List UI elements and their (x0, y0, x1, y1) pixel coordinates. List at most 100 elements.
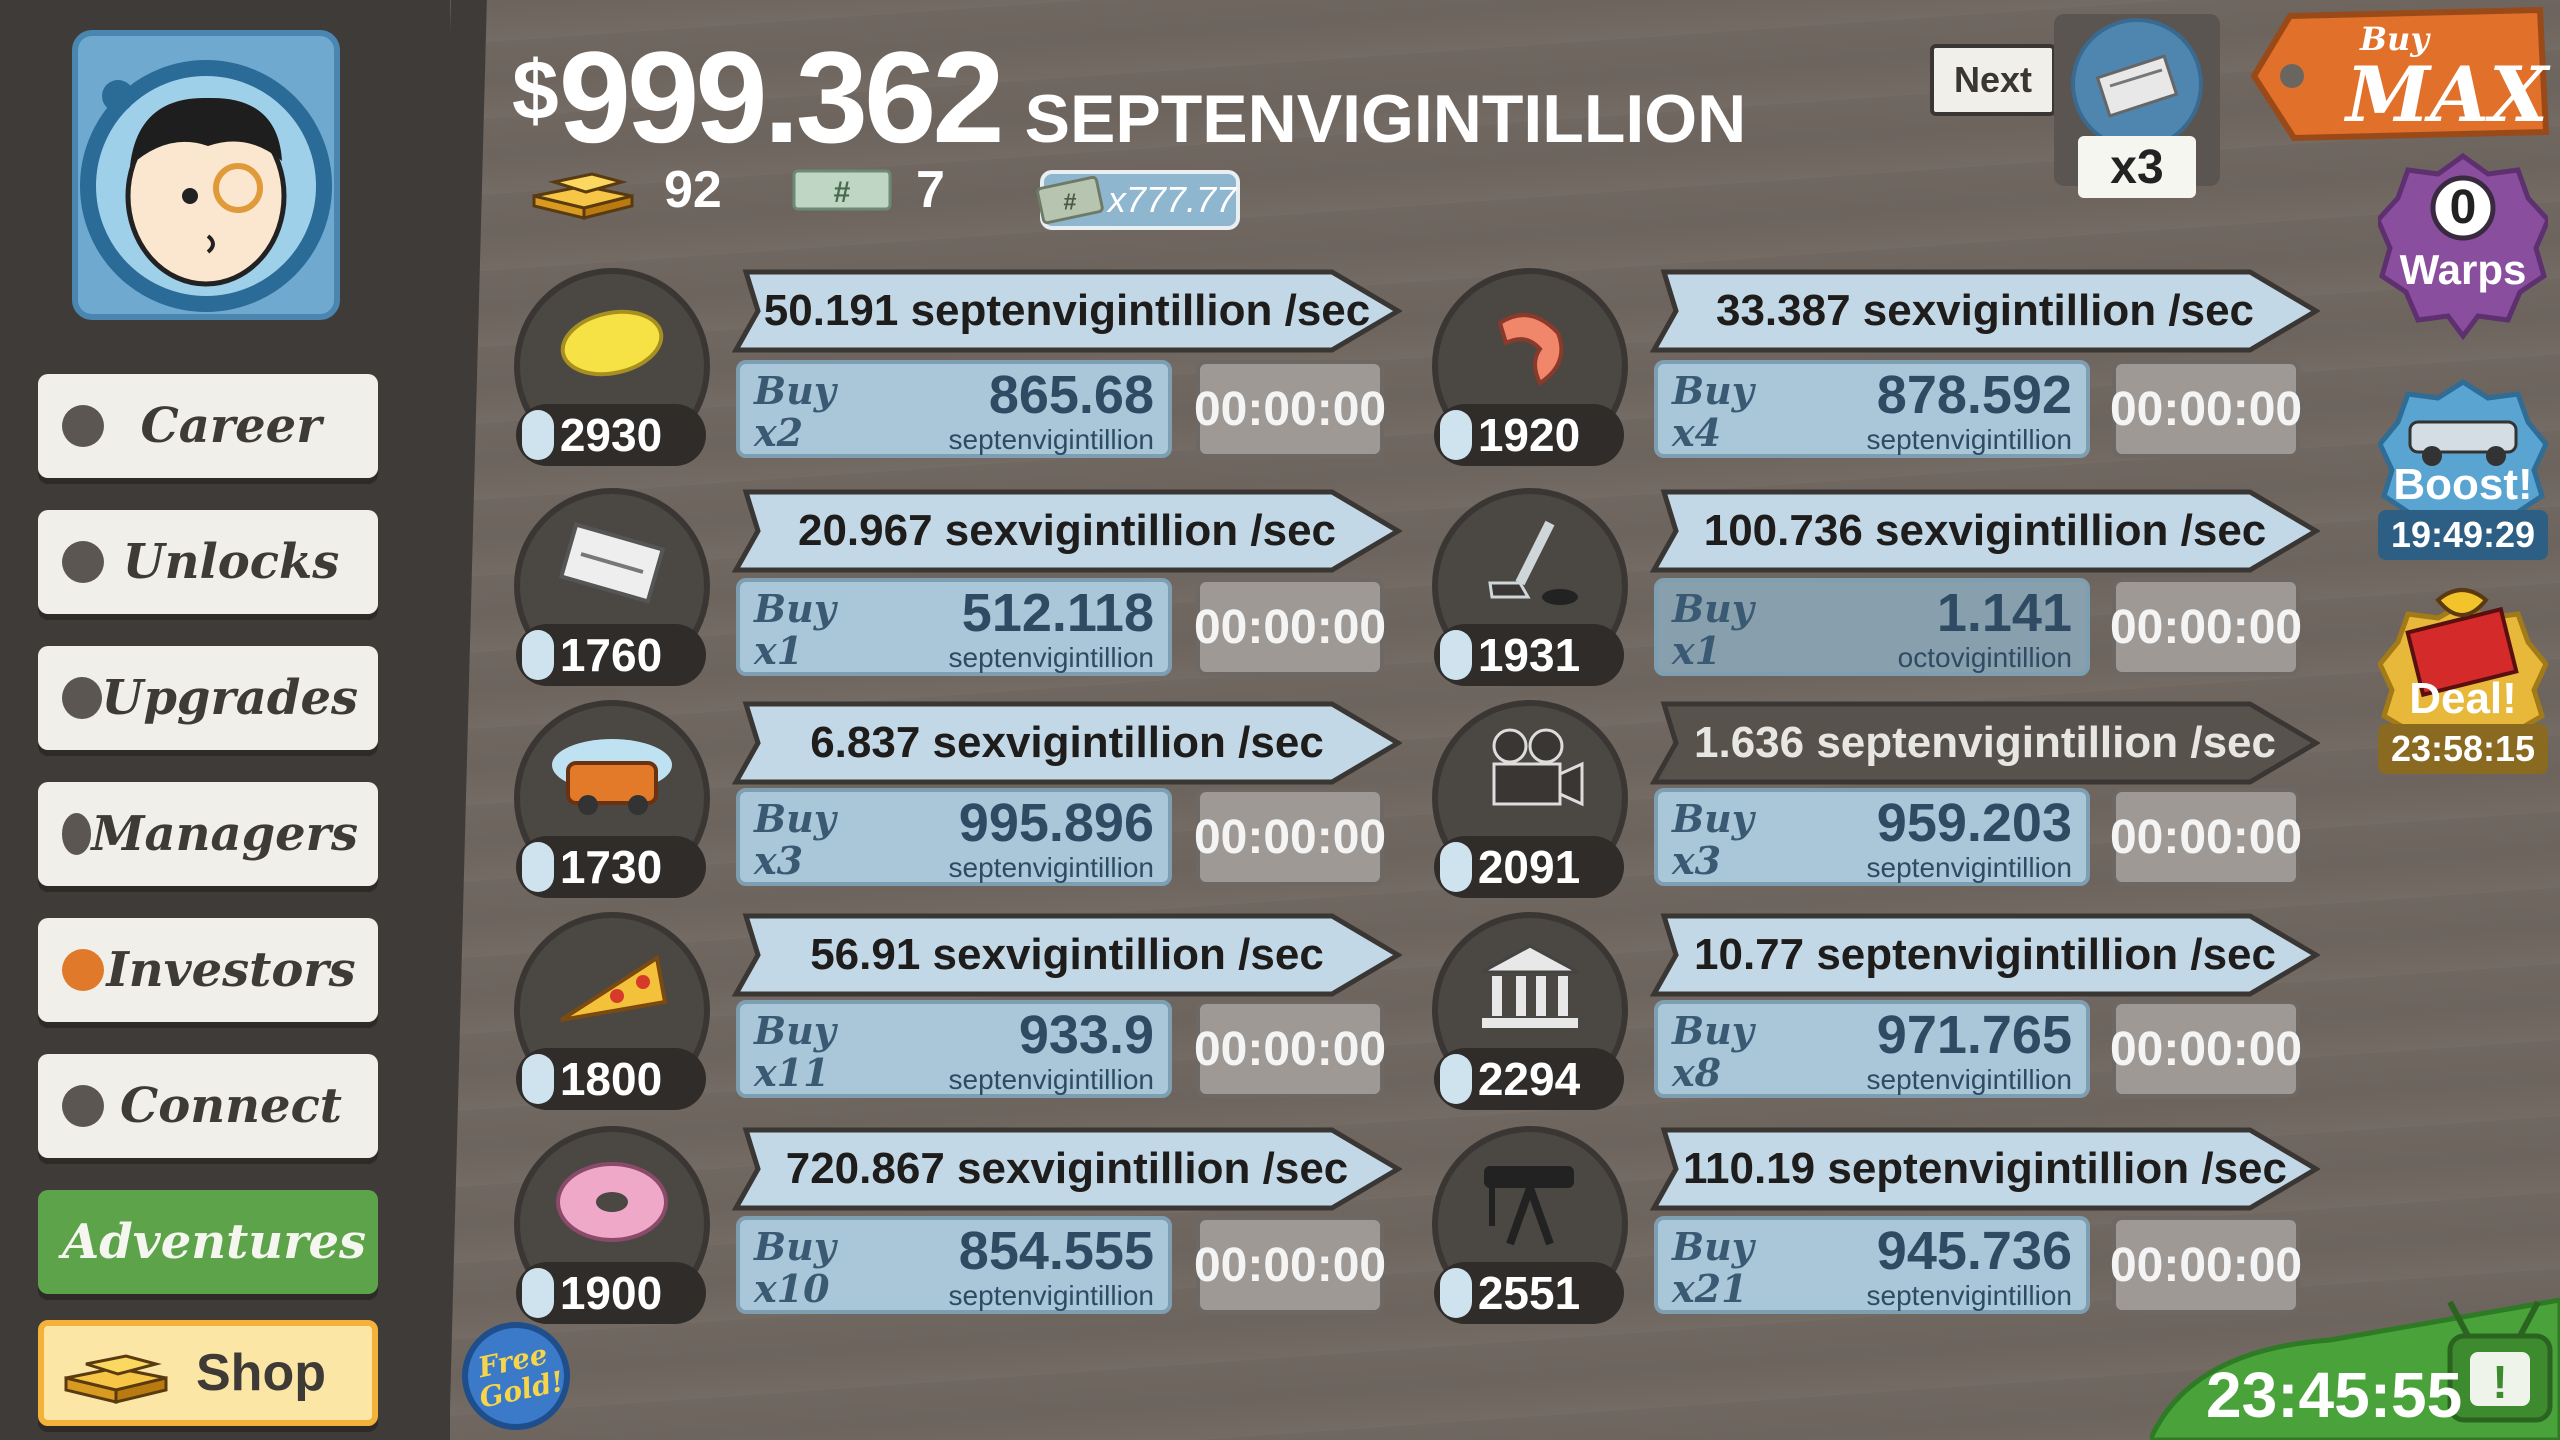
buy-button[interactable]: Buy x1 1.141 octovigintillion (1654, 578, 2090, 676)
currency-symbol: $ (512, 43, 559, 137)
business-owned-count: 2551 (1434, 1262, 1624, 1324)
gold-bars-icon (532, 172, 634, 220)
business-owned-count: 2091 (1434, 836, 1624, 898)
megabucks-icon: # (792, 169, 892, 211)
buy-quantity: x11 (754, 1050, 830, 1095)
hockey-icon (1438, 508, 1622, 618)
buy-label: Buy (1672, 796, 1754, 841)
revenue-rate-bar: 56.91 sexvigintillion /sec (732, 912, 1402, 998)
adventures-button[interactable]: Adventures (38, 1190, 378, 1294)
svg-text:!: ! (2492, 1356, 2507, 1408)
donut-icon (520, 1146, 704, 1256)
buy-button[interactable]: Buy x3 959.203 septenvigintillion (1654, 788, 2090, 886)
oil-rig-icon (1438, 1146, 1622, 1256)
gold-count: 92 (664, 161, 722, 219)
buy-quantity: x2 (754, 410, 804, 455)
business-timer: 00:00:00 (1194, 1216, 1386, 1314)
owned-count-text: 1931 (1477, 629, 1581, 681)
business-owned-count: 1760 (516, 624, 706, 686)
buy-max-button[interactable]: Buy MAX (2250, 6, 2550, 142)
next-label: Next (1953, 59, 2033, 100)
owned-progress (1440, 842, 1472, 892)
business-owned-count: 2930 (516, 404, 706, 466)
car-wash-icon (520, 720, 704, 830)
deal-button[interactable]: Deal! 23:58:15 (2378, 570, 2548, 780)
unlocks-button[interactable]: Unlocks (38, 510, 378, 614)
next-button[interactable]: Next (1930, 44, 2056, 116)
buy-quantity: x4 (1672, 410, 1722, 455)
buy-cost: 933.9 (1018, 1005, 1154, 1065)
owned-progress (522, 1268, 554, 1318)
warps-count: 0 (2449, 181, 2477, 234)
business-timer: 00:00:00 (2110, 1216, 2302, 1314)
managers-button[interactable]: Managers (38, 782, 378, 886)
buy-button[interactable]: Buy x8 971.765 septenvigintillion (1654, 1000, 2090, 1098)
shop-label: Shop (196, 1344, 326, 1402)
astronaut-avatar-icon (80, 60, 332, 312)
player-avatar[interactable] (72, 30, 340, 320)
connect-button[interactable]: Connect (38, 1054, 378, 1158)
revenue-rate-text: 100.736 sexvigintillion /sec (1703, 506, 2267, 555)
buy-cost: 1.141 (1936, 583, 2072, 643)
buy-button[interactable]: Buy x21 945.736 septenvigintillion (1654, 1216, 2090, 1314)
buy-button[interactable]: Buy x10 854.555 septenvigintillion (736, 1216, 1172, 1314)
buy-cost: 959.203 (1876, 793, 2072, 853)
career-button[interactable]: Career (38, 374, 378, 478)
warps-button[interactable]: 0 Warps (2378, 150, 2548, 340)
business-owned-count: 1730 (516, 836, 706, 898)
business-timer: 00:00:00 (2110, 1000, 2302, 1098)
multiplier-value: x3 (2078, 136, 2196, 198)
revenue-rate-bar: 100.736 sexvigintillion /sec (1650, 488, 2320, 574)
buy-cost-unit: octovigintillion (1897, 642, 2072, 673)
buy-cost-unit: septenvigintillion (948, 1064, 1154, 1095)
status-dot (62, 541, 104, 583)
buy-button[interactable]: Buy x4 878.592 septenvigintillion (1654, 360, 2090, 458)
revenue-rate-text: 50.191 septenvigintillion /sec (763, 286, 1371, 335)
revenue-rate-bar: 110.19 septenvigintillion /sec (1650, 1126, 2320, 1212)
free-gold-button[interactable]: Free Gold! (462, 1322, 570, 1430)
gold-stat[interactable]: 92 (528, 160, 722, 220)
shop-button[interactable]: Shop (38, 1320, 378, 1426)
cash-display: $999.362 SEPTENVIGINTILLION (512, 22, 1746, 172)
status-dot (62, 1085, 104, 1127)
angel-multiplier-badge[interactable]: # x777.77 (1036, 170, 1240, 230)
revenue-rate-bar: 50.191 septenvigintillion /sec (732, 268, 1402, 354)
buy-quantity: x3 (754, 838, 804, 883)
buy-button[interactable]: Buy x1 512.118 septenvigintillion (736, 578, 1172, 676)
revenue-rate-text: 20.967 sexvigintillion /sec (797, 506, 1337, 555)
buy-cost: 854.555 (958, 1221, 1154, 1281)
business-owned-count: 1900 (516, 1262, 706, 1324)
buy-button[interactable]: Buy x2 865.68 septenvigintillion (736, 360, 1172, 458)
revenue-rate-bar: 1.636 septenvigintillion /sec (1650, 700, 2320, 786)
owned-progress (1440, 410, 1472, 460)
boost-button[interactable]: Boost! 19:49:29 (2378, 378, 2548, 562)
warps-badge-icon (2378, 152, 2548, 340)
business-timer: 00:00:00 (1194, 578, 1386, 676)
buy-cost-unit: septenvigintillion (1866, 424, 2072, 455)
buy-label: Buy (1672, 1008, 1754, 1053)
business-timer: 00:00:00 (1194, 360, 1386, 458)
buy-label: Buy (754, 368, 836, 413)
upgrades-label: Upgrades (101, 670, 359, 726)
megabucks-stat[interactable]: # 7 (792, 160, 945, 220)
buy-quantity: x8 (1672, 1050, 1722, 1095)
owned-progress (522, 842, 554, 892)
owned-progress (1440, 1268, 1472, 1318)
buy-button[interactable]: Buy x3 995.896 septenvigintillion (736, 788, 1172, 886)
svg-text:#: # (1063, 189, 1076, 215)
buy-cost: 878.592 (1876, 365, 2072, 425)
business-timer: 00:00:00 (2110, 360, 2302, 458)
buy-button[interactable]: Buy x11 933.9 septenvigintillion (736, 1000, 1172, 1098)
revenue-rate-bar: 720.867 sexvigintillion /sec (732, 1126, 1402, 1212)
owned-count-text: 1730 (559, 841, 663, 893)
upgrades-button[interactable]: Upgrades (38, 646, 378, 750)
owned-count-text: 2294 (1477, 1053, 1581, 1105)
investors-button[interactable]: Investors (38, 918, 378, 1022)
owned-count-text: 1920 (1477, 409, 1581, 461)
revenue-rate-text: 1.636 septenvigintillion /sec (1694, 718, 2276, 767)
business-timer: 00:00:00 (2110, 788, 2302, 886)
owned-count-text: 1760 (559, 629, 663, 681)
shrimp-icon (1438, 288, 1622, 398)
angel-multiplier-value: x777.77 (1107, 179, 1236, 220)
buy-cost: 995.896 (958, 793, 1154, 853)
